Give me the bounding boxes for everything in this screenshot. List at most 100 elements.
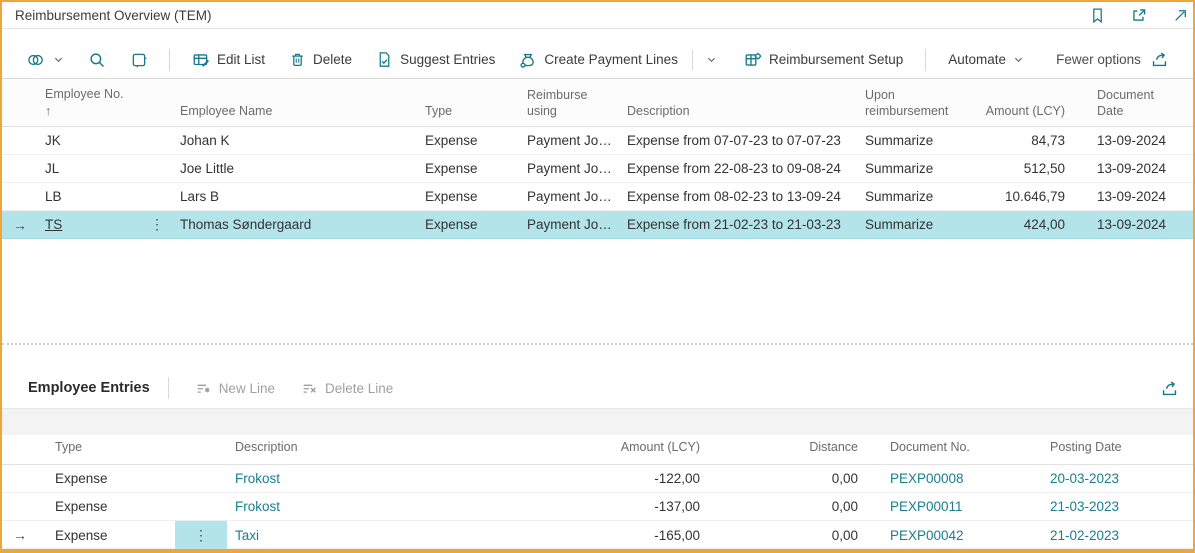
search-button[interactable] bbox=[80, 47, 114, 73]
cell-amount-lcy[interactable]: 424,00 bbox=[975, 217, 1075, 232]
cell-document-date[interactable]: 13-09-2024 bbox=[1075, 161, 1193, 176]
col-posting-date[interactable]: Posting Date bbox=[1040, 440, 1193, 456]
cell-posting-date-link[interactable]: 21-02-2023 bbox=[1050, 528, 1119, 543]
col-reimburse-using[interactable]: Reimburse using bbox=[527, 88, 627, 119]
cell-amount-lcy[interactable]: -137,00 bbox=[590, 499, 710, 514]
create-payment-lines-button[interactable]: Create Payment Lines bbox=[510, 47, 687, 73]
open-in-new-window-button[interactable] bbox=[1130, 6, 1148, 24]
cell-employee-no[interactable]: JK bbox=[45, 133, 180, 148]
cell-reimburse-using[interactable]: Payment Jour... bbox=[527, 217, 627, 232]
cell-employee-no[interactable]: LB bbox=[45, 189, 180, 204]
cell-employee-name[interactable]: Thomas Søndergaard bbox=[180, 217, 425, 232]
cell-employee-no[interactable]: TS ⋮ bbox=[45, 216, 180, 233]
section-dotted-divider bbox=[2, 343, 1193, 345]
cell-document-date[interactable]: 13-09-2024 bbox=[1075, 133, 1193, 148]
cell-description[interactable]: Expense from 07-07-23 to 07-07-23 bbox=[627, 133, 865, 148]
new-line-button[interactable]: New Line bbox=[187, 376, 283, 401]
col-description[interactable]: Description bbox=[235, 440, 590, 456]
chevron-down-icon bbox=[706, 54, 717, 65]
col-type[interactable]: Type bbox=[55, 440, 235, 456]
cell-type[interactable]: Expense bbox=[55, 471, 235, 486]
cell-posting-date-link[interactable]: 20-03-2023 bbox=[1050, 471, 1119, 486]
cell-amount-lcy[interactable]: 84,73 bbox=[975, 133, 1075, 148]
reimbursement-setup-button[interactable]: Reimbursement Setup bbox=[735, 47, 912, 73]
cell-upon-reimbursement[interactable]: Summarize bbox=[865, 189, 975, 204]
cell-employee-name[interactable]: Johan K bbox=[180, 133, 425, 148]
col-upon-reimbursement[interactable]: Upon reimbursement bbox=[865, 88, 975, 119]
cell-type[interactable]: Expense bbox=[425, 189, 527, 204]
cell-posting-date-link[interactable]: 21-03-2023 bbox=[1050, 499, 1119, 514]
cell-type[interactable]: Expense bbox=[425, 217, 527, 232]
entry-row[interactable]: Expense Frokost -137,00 0,00 PEXP00011 2… bbox=[2, 493, 1193, 521]
cell-type[interactable]: Expense bbox=[425, 161, 527, 176]
focused-cell-menu[interactable]: ⋮ bbox=[175, 521, 227, 549]
cell-reimburse-using[interactable]: Payment Jour... bbox=[527, 189, 627, 204]
cell-description[interactable]: Expense from 08-02-23 to 13-09-24 bbox=[627, 189, 865, 204]
search-icon bbox=[88, 51, 106, 69]
col-distance[interactable]: Distance bbox=[710, 440, 868, 456]
automate-label: Automate bbox=[948, 52, 1006, 67]
cell-upon-reimbursement[interactable]: Summarize bbox=[865, 217, 975, 232]
col-document-no[interactable]: Document No. bbox=[868, 440, 1040, 456]
cell-context-menu-icon[interactable]: ⋮ bbox=[188, 527, 214, 544]
table-row-selected[interactable]: → TS ⋮ Thomas Søndergaard Expense Paymen… bbox=[2, 211, 1193, 239]
suggest-entries-button[interactable]: Suggest Entries bbox=[367, 47, 504, 72]
cell-description[interactable]: Expense from 21-02-23 to 21-03-23 bbox=[627, 217, 865, 232]
col-type[interactable]: Type bbox=[425, 104, 527, 120]
cell-description-link[interactable]: Taxi bbox=[235, 528, 259, 543]
cell-reimburse-using[interactable]: Payment Jour... bbox=[527, 161, 627, 176]
cell-reimburse-using[interactable]: Payment Jour... bbox=[527, 133, 627, 148]
cell-distance[interactable]: 0,00 bbox=[710, 499, 868, 514]
cell-description-link[interactable]: Frokost bbox=[235, 499, 280, 514]
cell-amount-lcy[interactable]: 10.646,79 bbox=[975, 189, 1075, 204]
cell-document-date[interactable]: 13-09-2024 bbox=[1075, 189, 1193, 204]
main-table-header: Employee No. ↑ Employee Name Type Reimbu… bbox=[2, 79, 1193, 127]
cell-distance[interactable]: 0,00 bbox=[710, 471, 868, 486]
edit-list-button[interactable]: Edit List bbox=[183, 47, 274, 73]
cell-type[interactable]: Expense bbox=[55, 499, 235, 514]
cell-type[interactable]: Expense bbox=[425, 133, 527, 148]
table-row[interactable]: JL Joe Little Expense Payment Jour... Ex… bbox=[2, 155, 1193, 183]
cell-document-no-link[interactable]: PEXP00042 bbox=[890, 528, 964, 543]
part-share-button[interactable] bbox=[1160, 379, 1179, 398]
cell-employee-no-value[interactable]: TS bbox=[45, 217, 62, 232]
cell-upon-reimbursement[interactable]: Summarize bbox=[865, 161, 975, 176]
cell-distance[interactable]: 0,00 bbox=[710, 528, 868, 543]
cell-employee-no[interactable]: JL bbox=[45, 161, 180, 176]
cell-amount-lcy[interactable]: -165,00 bbox=[590, 528, 710, 543]
table-row[interactable]: LB Lars B Expense Payment Jour... Expens… bbox=[2, 183, 1193, 211]
go-to-page-button[interactable] bbox=[1172, 7, 1189, 24]
cell-employee-name[interactable]: Lars B bbox=[180, 189, 425, 204]
cell-description-link[interactable]: Frokost bbox=[235, 471, 280, 486]
cell-document-no-link[interactable]: PEXP00008 bbox=[890, 471, 964, 486]
col-amount-lcy[interactable]: Amount (LCY) bbox=[975, 104, 1075, 120]
setup-gear-table-icon bbox=[744, 51, 762, 69]
delete-button[interactable]: Delete bbox=[280, 47, 361, 72]
entry-row[interactable]: Expense Frokost -122,00 0,00 PEXP00008 2… bbox=[2, 465, 1193, 493]
col-amount-lcy[interactable]: Amount (LCY) bbox=[590, 440, 710, 456]
fewer-options-button[interactable]: Fewer options bbox=[1047, 48, 1150, 71]
cell-description[interactable]: Expense from 22-08-23 to 09-08-24 bbox=[627, 161, 865, 176]
automate-button[interactable]: Automate bbox=[939, 48, 1033, 71]
cell-document-date[interactable]: 13-09-2024 bbox=[1075, 217, 1193, 232]
entry-row-focused[interactable]: → Expense ⋮ Taxi -165,00 0,00 PEXP00042 … bbox=[2, 521, 1193, 549]
analyze-button[interactable] bbox=[122, 47, 156, 73]
table-row[interactable]: JK Johan K Expense Payment Jour... Expen… bbox=[2, 127, 1193, 155]
create-payment-lines-dropdown[interactable] bbox=[698, 50, 725, 69]
cell-document-no-link[interactable]: PEXP00011 bbox=[890, 499, 963, 514]
col-description[interactable]: Description bbox=[627, 104, 865, 120]
col-employee-no-label: Employee No. bbox=[45, 87, 170, 103]
col-document-date[interactable]: Document Date bbox=[1075, 88, 1193, 119]
delete-line-button[interactable]: Delete Line bbox=[293, 376, 401, 401]
cell-upon-reimbursement[interactable]: Summarize bbox=[865, 133, 975, 148]
col-employee-name[interactable]: Employee Name bbox=[180, 104, 425, 120]
row-context-menu-icon[interactable]: ⋮ bbox=[144, 216, 170, 233]
col-employee-no[interactable]: Employee No. ↑ bbox=[45, 87, 180, 119]
cell-amount-lcy[interactable]: 512,50 bbox=[975, 161, 1075, 176]
bookmark-button[interactable] bbox=[1089, 7, 1106, 24]
cell-employee-name[interactable]: Joe Little bbox=[180, 161, 425, 176]
cell-type[interactable]: Expense ⋮ bbox=[55, 521, 235, 549]
cell-amount-lcy[interactable]: -122,00 bbox=[590, 471, 710, 486]
share-button[interactable] bbox=[1150, 50, 1169, 69]
views-button[interactable] bbox=[18, 47, 72, 73]
